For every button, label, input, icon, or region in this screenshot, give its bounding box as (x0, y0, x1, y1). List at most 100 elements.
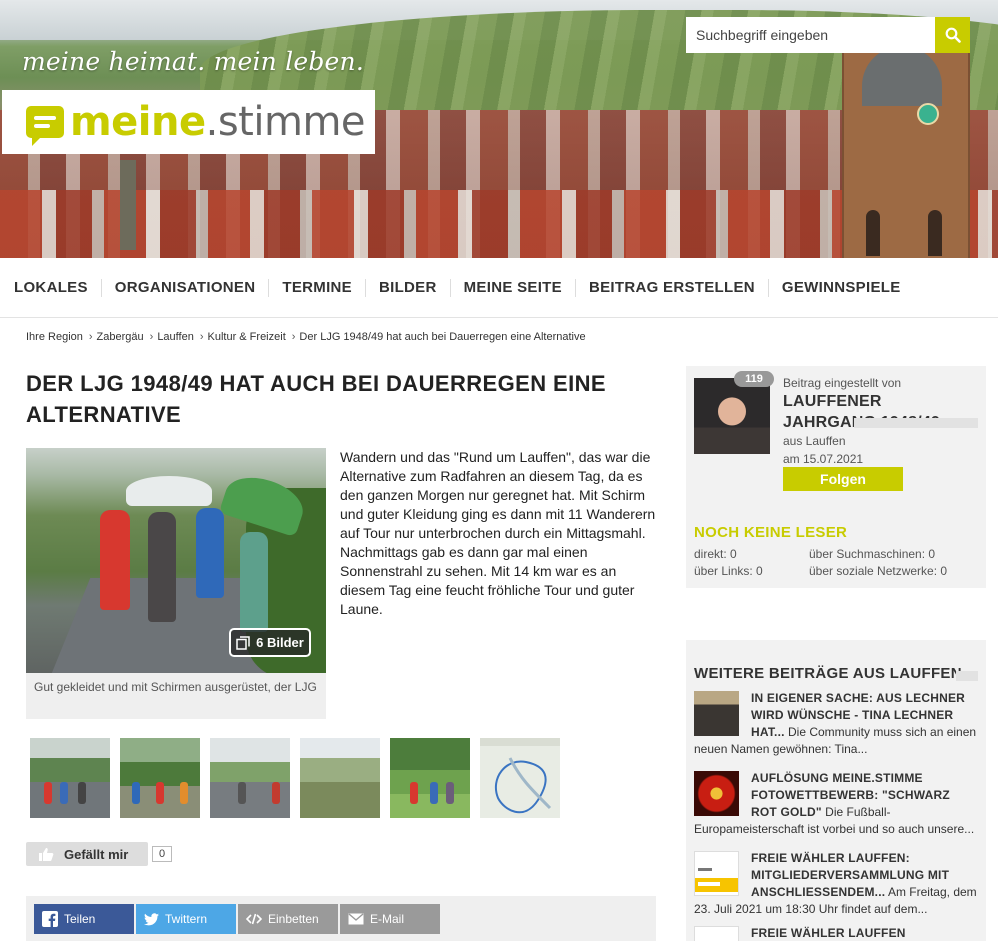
gallery-thumbnail-map[interactable] (480, 738, 560, 818)
article-title: DER LJG 1948/49 HAT AUCH BEI DAUERREGEN … (26, 371, 606, 427)
image-umbrella (126, 476, 212, 506)
chevron-right-icon: › (199, 331, 204, 343)
post-date: am 15.07.2021 (783, 452, 864, 466)
image-hiker (240, 532, 268, 632)
author-post-count-badge: 119 (734, 371, 774, 387)
nav-item-lokales[interactable]: LOKALES (14, 278, 102, 297)
stat-social: über soziale Netzwerke: 0 (809, 564, 948, 578)
thumbs-up-icon (39, 847, 54, 861)
chevron-right-icon: › (88, 331, 93, 343)
thumbnail-strip (30, 738, 560, 818)
thumb-figure (60, 782, 68, 804)
stat-links: über Links: 0 (694, 564, 763, 578)
more-posts-panel: WEITERE BEITRÄGE AUS LAUFFEN IN EIGENER … (686, 640, 986, 941)
more-posts-heading: WEITERE BEITRÄGE AUS LAUFFEN (694, 665, 962, 682)
gallery-thumbnail[interactable] (120, 738, 200, 818)
more-post-thumbnail (694, 926, 739, 941)
more-post-item[interactable]: FREIE WÄHLER LAUFFEN SOMMERFEST (694, 925, 978, 941)
share-email-label: E-Mail (370, 912, 405, 926)
heading-bar (956, 671, 978, 681)
nav-item-gewinnspiele[interactable]: GEWINNSPIELE (782, 279, 914, 297)
article-body: Wandern und das "Rund um Lauffen", das w… (340, 449, 656, 617)
like-label: Gefällt mir (64, 846, 129, 862)
readers-heading: NOCH KEINE LESER (694, 524, 848, 541)
author-location: aus Lauffen (783, 434, 846, 448)
share-twitter-label: Twittern (165, 912, 208, 926)
share-facebook-label: Teilen (64, 912, 96, 926)
share-email-button[interactable]: E-Mail (340, 904, 440, 934)
more-post-item[interactable]: FREIE WÄHLER LAUFFEN: MITGLIEDERVERSAMML… (694, 850, 978, 918)
gallery-count-button[interactable]: 6 Bilder (229, 628, 311, 657)
freie-waehler-logo-icon (695, 864, 738, 892)
thumb-figure (78, 782, 86, 804)
breadcrumb-item[interactable]: Zabergäu (97, 331, 144, 343)
search-button[interactable] (935, 17, 970, 53)
breadcrumb: Ihre Region › Zabergäu › Lauffen › Kultu… (26, 331, 586, 343)
logo-wordmark-bold: meine (70, 99, 206, 145)
nav-item-organisationen[interactable]: ORGANISATIONEN (115, 278, 270, 297)
thumb-figure (272, 782, 280, 804)
more-post-item[interactable]: AUFLÖSUNG MEINE.STIMME FOTOWETTBEWERB: "… (694, 770, 978, 838)
code-icon (246, 913, 262, 925)
share-twitter-button[interactable]: Twittern (136, 904, 236, 934)
breadcrumb-item[interactable]: Kultur & Freizeit (208, 331, 286, 343)
like-button[interactable]: Gefällt mir (26, 842, 148, 866)
nav-item-beitrag-erstellen[interactable]: BEITRAG ERSTELLEN (589, 278, 769, 297)
search-input[interactable] (686, 17, 935, 53)
gallery-count-label: 6 Bilder (256, 635, 304, 650)
route-map-icon (480, 738, 560, 814)
author-card: 119 Beitrag eingestellt von LAUFFENER JA… (686, 366, 986, 588)
gallery-thumbnail[interactable] (30, 738, 110, 818)
more-post-thumbnail (694, 771, 739, 816)
more-post-thumbnail (694, 691, 739, 736)
banner-window (928, 210, 942, 256)
logo-wordmark: meine.stimme (70, 99, 366, 145)
follow-button[interactable]: Folgen (783, 467, 903, 491)
share-facebook-button[interactable]: Teilen (34, 904, 134, 934)
embed-label: Einbetten (268, 912, 319, 926)
gallery-thumbnail[interactable] (390, 738, 470, 818)
name-underline-bar (854, 418, 978, 428)
gallery-icon (236, 635, 250, 650)
site-slogan: meine heimat. mein leben. (22, 47, 364, 76)
stat-search: über Suchmaschinen: 0 (809, 547, 936, 561)
image-hiker (196, 508, 224, 598)
breadcrumb-item[interactable]: Ihre Region (26, 331, 83, 343)
search-icon (945, 27, 961, 43)
thumb-figure (238, 782, 246, 804)
breadcrumb-item[interactable]: Lauffen (157, 331, 194, 343)
chevron-right-icon: › (149, 331, 154, 343)
embed-button[interactable]: Einbetten (238, 904, 338, 934)
more-post-item[interactable]: IN EIGENER SACHE: AUS LECHNER WIRD WÜNSC… (694, 690, 978, 758)
author-avatar[interactable] (694, 378, 770, 454)
speech-bubble-icon (26, 106, 64, 146)
image-hiker (100, 510, 130, 610)
gallery-thumbnail[interactable] (210, 738, 290, 818)
nav-item-bilder[interactable]: BILDER (379, 278, 451, 297)
stat-direct: direkt: 0 (694, 547, 737, 561)
like-count: 0 (152, 846, 172, 862)
thumb-figure (446, 782, 454, 804)
site-logo[interactable]: meine.stimme (2, 90, 375, 154)
envelope-icon (348, 913, 364, 925)
thumb-figure (132, 782, 140, 804)
search-bar (686, 17, 970, 53)
image-hiker (148, 512, 176, 622)
posted-by-label: Beitrag eingestellt von (783, 376, 902, 390)
banner-clock (917, 103, 939, 125)
chevron-right-icon: › (291, 331, 296, 343)
thumb-figure (410, 782, 418, 804)
breadcrumb-current: Der LJG 1948/49 hat auch bei Dauerregen … (299, 331, 586, 343)
thumb-figure (180, 782, 188, 804)
nav-item-termine[interactable]: TERMINE (282, 278, 366, 297)
like-widget: Gefällt mir 0 (26, 842, 172, 866)
gallery-thumbnail[interactable] (300, 738, 380, 818)
banner-steeple (120, 160, 136, 250)
image-umbrella (218, 468, 310, 538)
nav-item-meine-seite[interactable]: MEINE SEITE (464, 278, 576, 297)
more-post-thumbnail (694, 851, 739, 896)
twitter-icon (144, 912, 159, 925)
banner-window (866, 210, 880, 256)
thumb-figure (44, 782, 52, 804)
logo-wordmark-light: .stimme (205, 99, 366, 145)
